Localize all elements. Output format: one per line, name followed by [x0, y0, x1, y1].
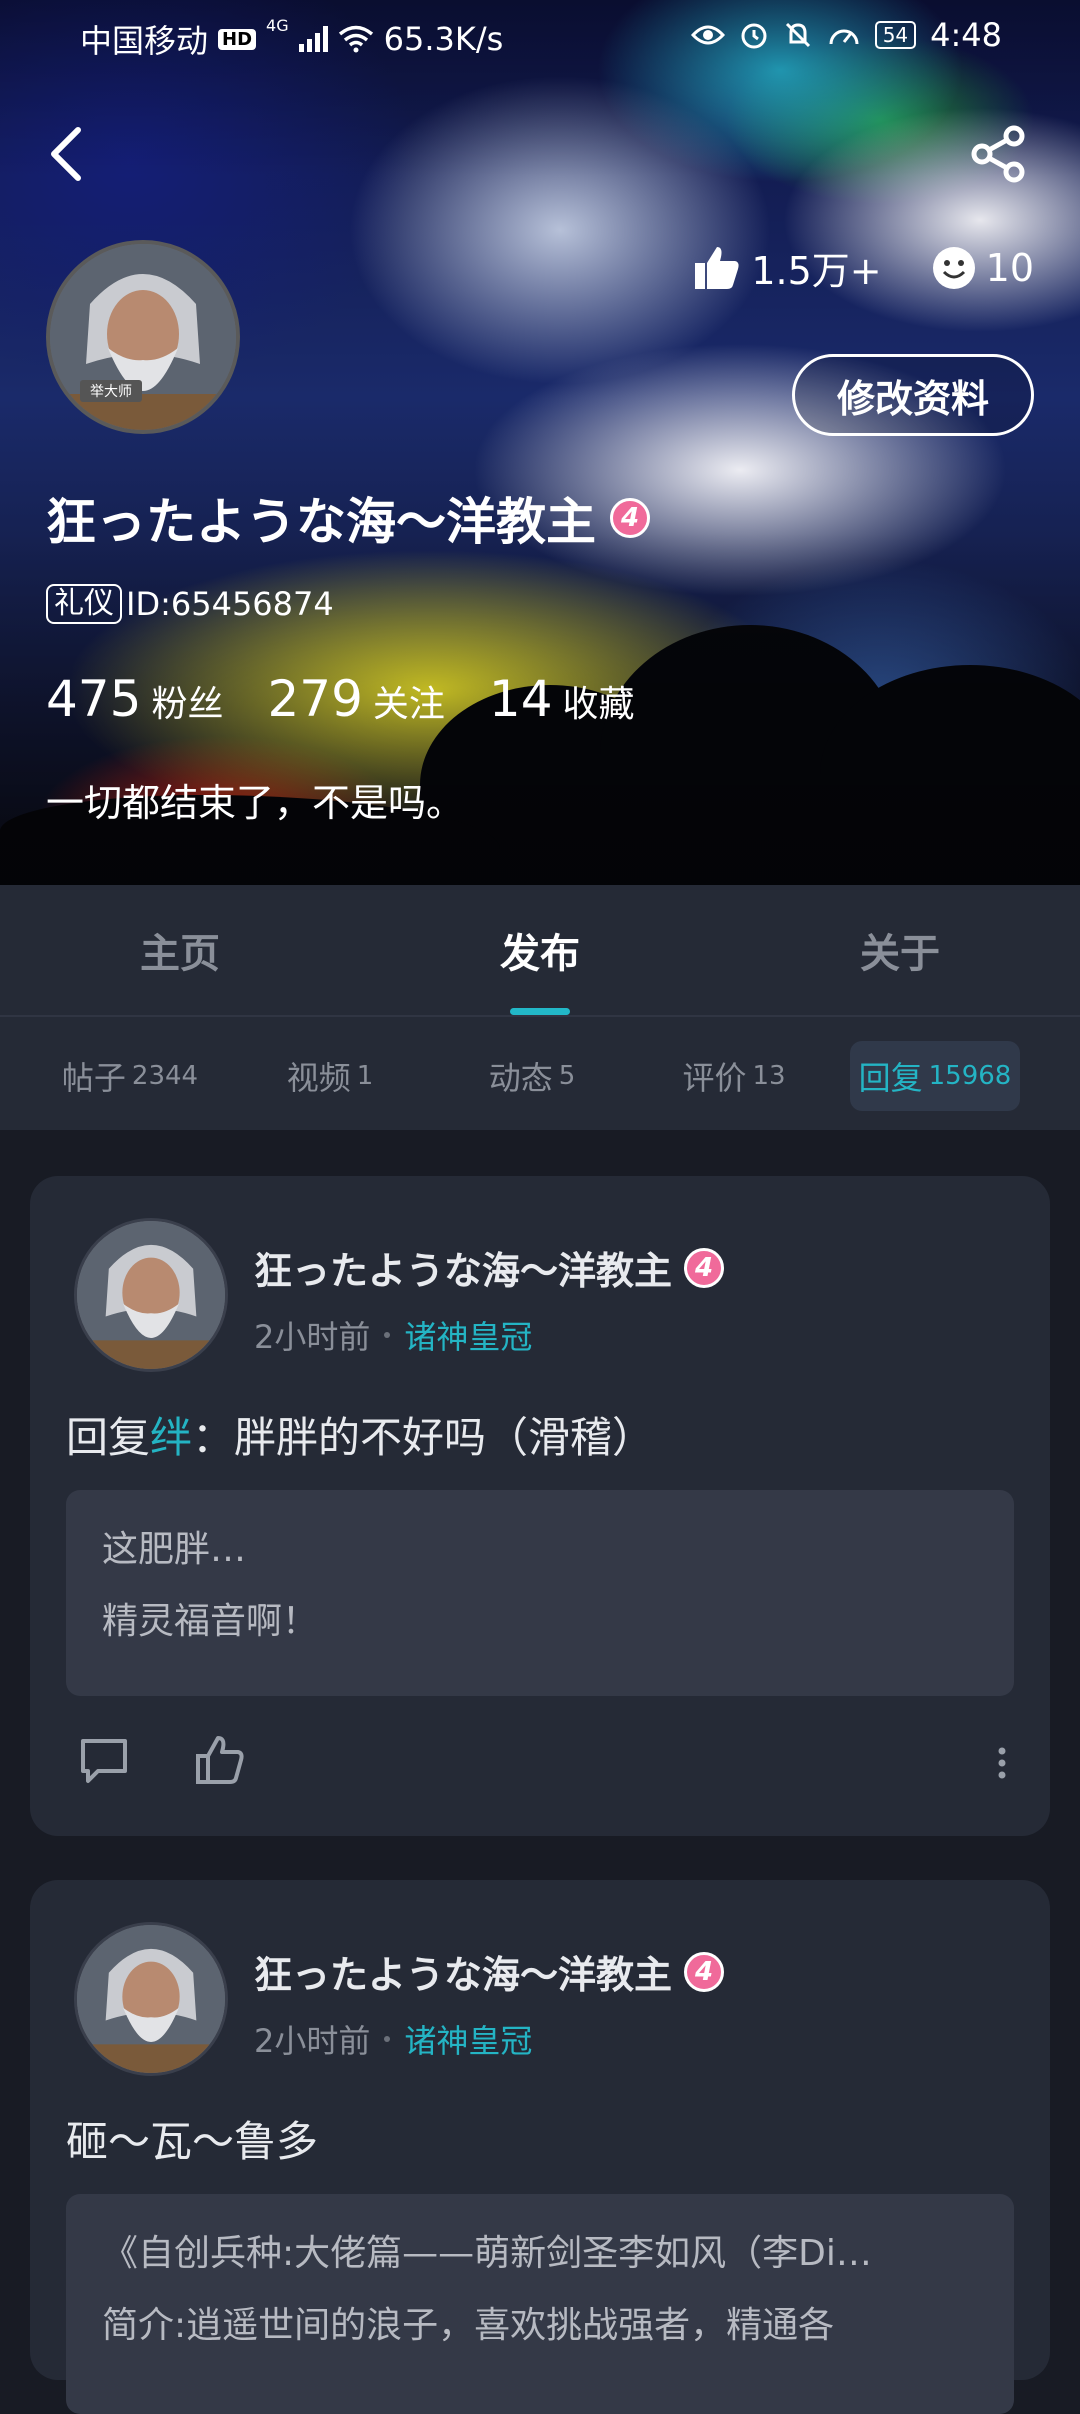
back-arrow-icon[interactable]: [42, 124, 92, 184]
reply-card[interactable]: 狂ったような海～洋教主 4 2小时前 诸神皇冠 砸～瓦～鲁多 《自创兵种:大佬篇…: [30, 1880, 1050, 2414]
user-id: ID:65456874: [126, 585, 334, 623]
subtab-count: 15968: [928, 1061, 1012, 1091]
quoted-content[interactable]: 这肥胖… 精灵福音啊！: [66, 1490, 1014, 1696]
main-tabs: 主页 发布 关于: [0, 885, 1080, 1015]
reply-text: ：胖胖的不好吗（滑稽）: [192, 1413, 655, 1462]
tab-posts[interactable]: 发布: [360, 885, 720, 1015]
author-name[interactable]: 狂ったような海～洋教主: [254, 1240, 672, 1295]
subtab-replies[interactable]: 回复 15968: [850, 1041, 1020, 1111]
fans-count: 475: [46, 670, 142, 728]
profile-avatar[interactable]: 举大师: [46, 240, 240, 434]
more-options-icon[interactable]: [996, 1746, 1008, 1780]
author-avatar[interactable]: [74, 1922, 228, 2076]
forum-link[interactable]: 诸神皇冠: [404, 2016, 532, 2062]
sub-tabs: 帖子 2344 视频 1 动态 5 评价 13 回复 15968: [0, 1017, 1080, 1130]
author-avatar[interactable]: [74, 1218, 228, 1372]
signal-icon: [298, 26, 328, 52]
wifi-icon: [338, 25, 373, 53]
author-name[interactable]: 狂ったような海～洋教主: [254, 1944, 672, 1999]
tab-about[interactable]: 关于: [720, 885, 1080, 1015]
hd-badge: HD: [218, 28, 257, 50]
subtab-label: 视频: [286, 1059, 351, 1097]
subtab-videos[interactable]: 视频 1: [250, 1041, 410, 1111]
like-icon[interactable]: [194, 1734, 246, 1786]
likes-stat[interactable]: 1.5万+: [693, 240, 882, 295]
replied-user-link[interactable]: 绊: [150, 1413, 192, 1462]
reply-card[interactable]: 狂ったような海～洋教主 4 2小时前 诸神皇冠 回复绊：胖胖的不好吗（滑稽） 这…: [30, 1176, 1050, 1836]
post-meta: 2小时前 诸神皇冠: [254, 1312, 532, 1358]
following-count: 279: [267, 670, 363, 728]
reply-prefix: 回复: [66, 1413, 151, 1462]
title-tag: 礼仪: [46, 584, 122, 624]
subtab-label: 回复: [858, 1059, 923, 1097]
quote-line: 精灵福音啊！: [102, 1601, 319, 1642]
tab-home[interactable]: 主页: [0, 885, 360, 1015]
subtab-reviews[interactable]: 评价 13: [654, 1041, 814, 1111]
quoted-content[interactable]: 《自创兵种:大佬篇——萌新剑圣李如风（李Di… 简介:逍遥世间的浪子，喜欢挑战强…: [66, 2194, 1014, 2414]
favorites-label: 收藏: [562, 684, 635, 725]
subtab-count: 1: [356, 1061, 374, 1091]
subtab-label: 帖子: [61, 1059, 126, 1097]
profile-bio: 一切都结束了，不是吗。: [46, 781, 465, 825]
profile-username: 狂ったような海～洋教主: [46, 493, 596, 551]
network-speed: 65.3K/s: [383, 20, 504, 58]
edit-profile-button[interactable]: 修改资料: [792, 354, 1034, 436]
network-type: 4G: [266, 16, 289, 35]
emoji-count: 10: [985, 245, 1034, 290]
subtab-count: 5: [558, 1061, 576, 1091]
alarm-icon: [741, 23, 767, 49]
thumbs-up-icon: [695, 246, 739, 289]
quote-line: 《自创兵种:大佬篇——萌新剑圣李如风（李Di…: [102, 2233, 872, 2274]
level-badge: 4: [684, 1951, 725, 1992]
author-name-row: 狂ったような海～洋教主 4: [254, 1944, 725, 1999]
clock: 4:48: [930, 16, 1002, 54]
post-time: 2小时前: [254, 1318, 371, 1356]
reply-title: 砸～瓦～鲁多: [66, 2117, 319, 2166]
subtab-label: 动态: [488, 1059, 553, 1097]
profile-name-row: 狂ったような海～洋教主 4: [46, 482, 650, 554]
subtab-threads[interactable]: 帖子 2344: [40, 1041, 220, 1111]
meta-separator: [384, 2036, 391, 2042]
favorites-stat[interactable]: 14 收藏: [489, 670, 635, 728]
avatar-portrait-icon: [77, 1221, 225, 1369]
meta-separator: [384, 1332, 391, 1338]
eye-icon: [690, 25, 725, 45]
profile-stats: 1.5万+ 10: [693, 240, 1034, 295]
post-meta: 2小时前 诸神皇冠: [254, 2016, 532, 2062]
avatar-caption: 举大师: [80, 380, 142, 402]
comment-icon[interactable]: [78, 1736, 130, 1786]
author-name-row: 狂ったような海～洋教主 4: [254, 1240, 725, 1295]
share-icon[interactable]: [966, 122, 1030, 186]
forum-link[interactable]: 诸神皇冠: [404, 1312, 532, 1358]
carrier-text: 中国移动: [80, 22, 209, 60]
subtab-count: 13: [752, 1061, 786, 1091]
reply-title: 回复绊：胖胖的不好吗（滑稽）: [66, 1404, 654, 1465]
quote-line: 简介:逍遥世间的浪子，喜欢挑战强者，精通各: [102, 2305, 835, 2346]
avatar-portrait-icon: [77, 1925, 225, 2073]
status-bar: 中国移动 HD 4G 65.3K/s 54 4:48: [0, 0, 1080, 72]
battery-indicator: 54: [874, 21, 917, 49]
active-tab-indicator: [510, 1008, 570, 1015]
level-badge: 4: [610, 498, 650, 538]
follow-stats: 475 粉丝 279 关注 14 收藏: [46, 670, 635, 728]
avatar-portrait-icon: [50, 244, 236, 430]
level-badge: 4: [684, 1247, 725, 1288]
quote-line: 这肥胖…: [102, 1529, 247, 1570]
profile-id-row: 礼仪 ID:65456874: [46, 584, 334, 624]
likes-count: 1.5万+: [751, 249, 882, 293]
speed-gauge-icon: [829, 29, 859, 45]
fans-label: 粉丝: [151, 684, 224, 725]
following-label: 关注: [372, 684, 445, 725]
mute-bell-icon: [785, 22, 810, 48]
emoji-stat[interactable]: 10: [932, 246, 1034, 290]
post-time: 2小时前: [254, 2022, 371, 2060]
subtab-count: 2344: [131, 1061, 199, 1091]
subtab-label: 评价: [682, 1059, 747, 1097]
favorites-count: 14: [488, 670, 553, 728]
smile-icon: [932, 246, 975, 289]
fans-stat[interactable]: 475 粉丝: [46, 670, 223, 728]
profile-banner: [0, 0, 1080, 885]
subtab-moments[interactable]: 动态 5: [452, 1041, 612, 1111]
following-stat[interactable]: 279 关注: [267, 670, 444, 728]
